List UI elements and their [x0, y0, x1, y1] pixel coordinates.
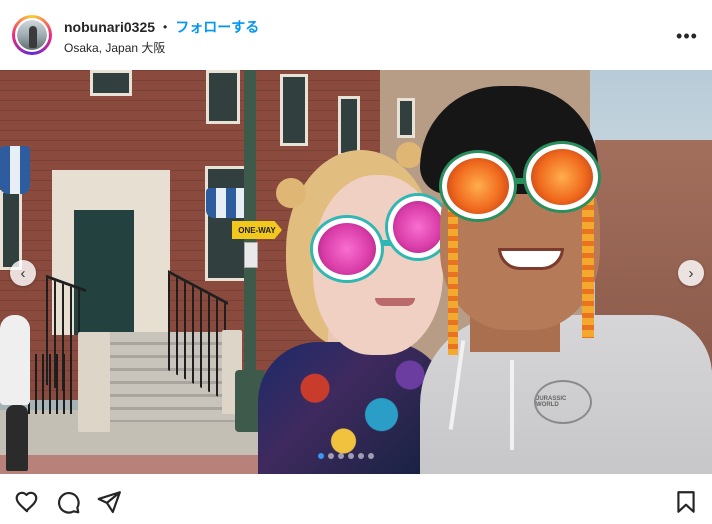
action-bar [0, 474, 712, 524]
carousel-dot [358, 453, 364, 459]
avatar[interactable] [15, 18, 49, 52]
post-header: nobunari0325 • フォローする Osaka, Japan 大阪 ••… [0, 0, 712, 70]
building-window [280, 74, 308, 146]
carousel-dots [318, 453, 374, 459]
orange-sunglasses-lens [526, 144, 598, 210]
carousel-dot [318, 453, 324, 459]
post-photo[interactable]: ONE-WAY JURASSIC WORLD ‹ › [0, 70, 712, 474]
follow-button[interactable]: フォローする [175, 17, 259, 37]
carousel-dot [348, 453, 354, 459]
avatar-figure [29, 26, 37, 48]
stair-post [78, 332, 110, 432]
pink-sunglasses-lens [313, 218, 381, 280]
carousel-next-button[interactable]: › [678, 260, 704, 286]
avatar-story-ring[interactable] [12, 15, 52, 55]
building-window [206, 70, 240, 124]
user-line: nobunari0325 • フォローする [64, 18, 259, 36]
carousel-dot [338, 453, 344, 459]
send-icon [97, 491, 121, 514]
like-button[interactable] [14, 489, 40, 515]
hair-bun [396, 142, 422, 168]
heart-icon [15, 491, 38, 513]
building-window [90, 70, 132, 96]
blue-awning [0, 146, 30, 194]
more-options-button[interactable]: ••• [672, 26, 702, 46]
orange-sunglasses-lens [442, 153, 514, 219]
username-link[interactable]: nobunari0325 [64, 19, 155, 35]
carousel-dot [368, 453, 374, 459]
building-window [338, 96, 360, 156]
hoodie-logo: JURASSIC WORLD [534, 380, 592, 424]
building-window [397, 98, 415, 138]
hoodie-drawstring [510, 360, 514, 450]
share-button[interactable] [96, 489, 122, 515]
comment-icon [58, 492, 80, 514]
save-button[interactable] [673, 489, 699, 515]
carousel-dot [328, 453, 334, 459]
bystander [0, 315, 30, 405]
more-horizontal-icon: ••• [676, 25, 698, 46]
carousel-prev-button[interactable]: ‹ [10, 260, 36, 286]
one-way-sign: ONE-WAY [232, 221, 282, 239]
woman-mouth [375, 298, 415, 306]
iron-fence [28, 354, 72, 414]
street [0, 455, 300, 474]
chevron-right-icon: › [688, 264, 694, 282]
pink-sunglasses-lens [388, 196, 448, 258]
fire-hydrant [6, 405, 28, 471]
separator-dot: • [163, 20, 168, 34]
building-window [0, 190, 22, 270]
chevron-left-icon: ‹ [20, 264, 26, 282]
comment-button[interactable] [55, 489, 81, 515]
location-link[interactable]: Osaka, Japan 大阪 [64, 39, 165, 56]
hair-bun [276, 178, 306, 208]
bookmark-icon [677, 491, 695, 513]
street-sign-plate [244, 242, 258, 268]
